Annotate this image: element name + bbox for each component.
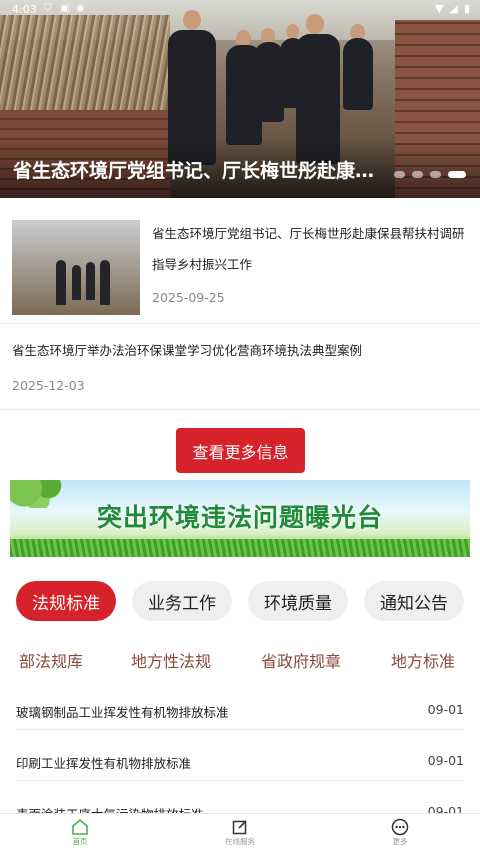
banner-grass: [10, 539, 470, 557]
thumb-person: [100, 260, 110, 305]
edit-icon: [200, 818, 280, 836]
carousel-indicator: [394, 171, 466, 178]
list-item[interactable]: 印刷工业挥发性有机物排放标准 09-01: [16, 741, 464, 781]
carousel-dot[interactable]: [394, 171, 405, 178]
list-item-title: 印刷工业挥发性有机物排放标准: [16, 756, 192, 771]
tab-business[interactable]: 业务工作: [132, 581, 232, 621]
thumb-person: [86, 262, 95, 300]
news-thumbnail: [12, 220, 140, 315]
status-time: 4:03: [12, 3, 37, 16]
shield-icon: ⛉: [44, 3, 52, 14]
carousel-dot[interactable]: [430, 171, 441, 178]
hero-carousel[interactable]: 省生态环境厅党组书记、厅长梅世彤赴康…: [0, 0, 480, 198]
bottom-nav: 首页 在线服务 更多: [0, 813, 480, 853]
signal-icon: ◢: [449, 2, 458, 15]
news-item[interactable]: 省生态环境厅党组书记、厅长梅世彤赴康保县帮扶村调研指导乡村振兴工作 2025-0…: [0, 210, 480, 324]
news-title[interactable]: 省生态环境厅举办法治环保课堂学习优化营商环境执法典型案例: [12, 340, 472, 359]
hero-caption[interactable]: 省生态环境厅党组书记、厅长梅世彤赴康…: [13, 156, 393, 183]
news-date: 2025-12-03: [12, 378, 85, 393]
wifi-icon: ▼: [435, 2, 444, 15]
news-item[interactable]: 省生态环境厅举办法治环保课堂学习优化营商环境执法典型案例 2025-12-03: [0, 328, 480, 410]
carousel-dot-active[interactable]: [448, 171, 466, 178]
nav-home[interactable]: 首页: [40, 818, 120, 847]
list-item-date: 09-01: [427, 702, 464, 717]
view-more-button[interactable]: 查看更多信息: [176, 428, 305, 473]
nav-online-service-label: 在线服务: [225, 837, 255, 846]
more-icon: [360, 818, 440, 836]
status-bar: 4:03 ⛉ ▣ ◉ ▼ ◢ ▮: [0, 0, 480, 20]
nav-online-service[interactable]: 在线服务: [200, 818, 280, 847]
subtab-local-regulations[interactable]: 地方性法规: [131, 648, 211, 672]
subtab-ministry-regulations[interactable]: 部法规库: [19, 648, 83, 672]
list-item[interactable]: 玻璃钢制品工业挥发性有机物排放标准 09-01: [16, 690, 464, 730]
tab-regulations[interactable]: 法规标准: [16, 581, 116, 621]
thumb-person: [56, 260, 66, 305]
status-icons: ▼ ◢ ▮: [435, 2, 470, 15]
home-icon: [40, 818, 120, 836]
subtab-provincial-rules[interactable]: 省政府规章: [261, 648, 341, 672]
battery-icon: ▮: [463, 2, 470, 15]
exposure-banner[interactable]: 突出环境违法问题曝光台: [10, 480, 470, 557]
news-title[interactable]: 省生态环境厅党组书记、厅长梅世彤赴康保县帮扶村调研指导乡村振兴工作: [152, 218, 468, 280]
lock-icon: ▣: [60, 3, 70, 14]
nav-home-label: 首页: [72, 837, 88, 846]
news-date: 2025-09-25: [152, 290, 225, 305]
nav-more[interactable]: 更多: [360, 818, 440, 847]
sync-icon: ◉: [76, 3, 85, 14]
tab-notices[interactable]: 通知公告: [364, 581, 464, 621]
person-head: [286, 24, 299, 39]
carousel-dot[interactable]: [412, 171, 423, 178]
thumb-person: [72, 265, 81, 300]
category-tabs: 法规标准 业务工作 环境质量 通知公告: [16, 581, 466, 621]
sub-tabs: 部法规库 地方性法规 省政府规章 地方标准: [0, 648, 480, 674]
person-figure: [343, 38, 373, 110]
list-item-title: 玻璃钢制品工业挥发性有机物排放标准: [16, 705, 229, 720]
subtab-local-standards[interactable]: 地方标准: [391, 648, 455, 672]
tab-environment-quality[interactable]: 环境质量: [248, 581, 348, 621]
list-item-date: 09-01: [427, 753, 464, 768]
nav-more-label: 更多: [392, 837, 408, 846]
banner-text: 突出环境违法问题曝光台: [96, 503, 383, 532]
